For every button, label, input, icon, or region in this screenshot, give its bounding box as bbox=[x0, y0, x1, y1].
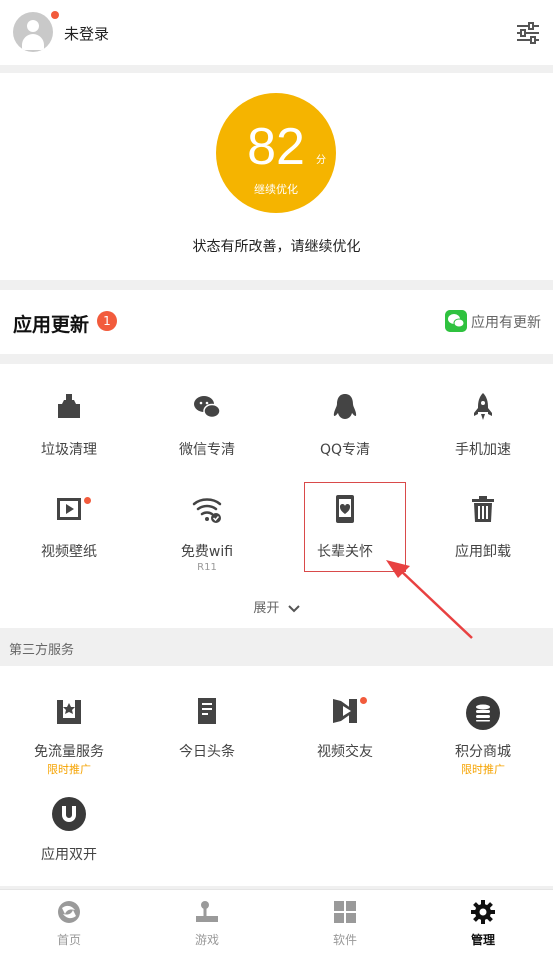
video-wallpaper-icon bbox=[57, 498, 81, 520]
tool-wechat-clean[interactable]: 微信专清 bbox=[138, 392, 276, 462]
score-circle[interactable]: 82 分 继续优化 bbox=[216, 93, 336, 213]
joystick-icon bbox=[196, 901, 218, 922]
promo-tag: 限时推广 bbox=[461, 763, 505, 776]
bottom-tab-bar: 首页 游戏 软件 管理 bbox=[0, 889, 553, 959]
third-party-header: 第三方服务 bbox=[0, 628, 553, 666]
tool-label: 手机加速 bbox=[455, 442, 511, 458]
score-card: 82 分 继续优化 状态有所改善，请继续优化 bbox=[0, 73, 553, 280]
video-social-icon bbox=[333, 699, 357, 723]
service-label: 应用双开 bbox=[41, 847, 97, 863]
score-unit: 分 bbox=[316, 155, 326, 166]
highlight-box bbox=[304, 482, 406, 572]
app-updates-link[interactable]: 应用有更新 bbox=[471, 312, 541, 332]
service-label: 今日头条 bbox=[179, 744, 235, 760]
rocket-icon bbox=[474, 393, 492, 420]
trash-icon bbox=[472, 496, 494, 522]
gear-icon bbox=[471, 900, 495, 924]
expand-button[interactable]: 展开 bbox=[0, 597, 553, 616]
tool-junk-clean[interactable]: 垃圾清理 bbox=[0, 392, 138, 462]
new-dot bbox=[360, 697, 367, 704]
settings-sliders-icon[interactable] bbox=[516, 22, 540, 44]
login-status[interactable]: 未登录 bbox=[64, 23, 109, 44]
tab-home[interactable]: 首页 bbox=[0, 890, 138, 959]
service-video-social[interactable]: 视频交友 bbox=[276, 696, 414, 766]
wechat-clean-icon bbox=[194, 396, 221, 419]
promo-tag: 限时推广 bbox=[47, 763, 91, 776]
new-dot bbox=[84, 497, 91, 504]
notification-dot bbox=[51, 11, 59, 19]
service-label: 积分商城 bbox=[455, 744, 511, 760]
expand-label: 展开 bbox=[253, 601, 280, 616]
tool-free-wifi[interactable]: 免费wifi R11 bbox=[138, 494, 276, 574]
coins-icon bbox=[466, 696, 500, 730]
tab-manage[interactable]: 管理 bbox=[414, 890, 552, 959]
update-count-badge: 1 bbox=[97, 311, 117, 331]
free-data-icon bbox=[57, 700, 81, 724]
tab-label: 游戏 bbox=[194, 933, 219, 947]
wifi-ssid: R11 bbox=[197, 562, 217, 573]
home-icon bbox=[58, 901, 80, 923]
service-dual-app[interactable]: 应用双开 bbox=[0, 797, 138, 867]
tool-phone-boost[interactable]: 手机加速 bbox=[414, 392, 552, 462]
section-title: 第三方服务 bbox=[9, 643, 75, 658]
service-label: 视频交友 bbox=[317, 744, 373, 760]
apps-grid-icon bbox=[334, 901, 356, 923]
chevron-down-icon bbox=[287, 604, 300, 612]
news-icon bbox=[198, 698, 216, 724]
tool-label: 应用卸载 bbox=[455, 544, 511, 560]
top-bar: 未登录 bbox=[0, 0, 553, 65]
tool-label: QQ专清 bbox=[319, 442, 371, 458]
service-toutiao[interactable]: 今日头条 bbox=[138, 696, 276, 766]
service-points-mall[interactable]: 积分商城 限时推广 bbox=[414, 696, 552, 776]
score-value: 82 bbox=[247, 118, 305, 176]
tool-label: 垃圾清理 bbox=[41, 442, 97, 458]
wifi-icon bbox=[192, 498, 222, 523]
tool-label: 视频壁纸 bbox=[41, 544, 97, 560]
tab-software[interactable]: 软件 bbox=[276, 890, 414, 959]
wechat-icon bbox=[445, 310, 467, 332]
user-avatar[interactable] bbox=[13, 12, 53, 52]
tool-uninstall[interactable]: 应用卸载 bbox=[414, 494, 552, 564]
dual-app-icon bbox=[52, 797, 86, 831]
tool-label: 微信专清 bbox=[179, 442, 235, 458]
tab-label: 管理 bbox=[470, 933, 495, 947]
tab-label: 软件 bbox=[332, 933, 357, 947]
broom-icon bbox=[58, 394, 80, 418]
penguin-icon bbox=[333, 394, 357, 419]
app-updates-title: 应用更新 bbox=[13, 314, 90, 336]
tab-label: 首页 bbox=[56, 933, 81, 947]
optimize-label: 继续优化 bbox=[254, 183, 298, 196]
service-free-data[interactable]: 免流量服务 限时推广 bbox=[0, 696, 138, 776]
status-text: 状态有所改善，请继续优化 bbox=[192, 239, 361, 255]
tool-qq-clean[interactable]: QQ专清 bbox=[276, 392, 414, 462]
tab-games[interactable]: 游戏 bbox=[138, 890, 276, 959]
tool-label: 免费wifi bbox=[180, 544, 234, 560]
service-label: 免流量服务 bbox=[34, 744, 104, 760]
tool-video-wallpaper[interactable]: 视频壁纸 bbox=[0, 494, 138, 564]
app-updates-row[interactable]: 应用更新 1 应用有更新 bbox=[0, 290, 553, 354]
